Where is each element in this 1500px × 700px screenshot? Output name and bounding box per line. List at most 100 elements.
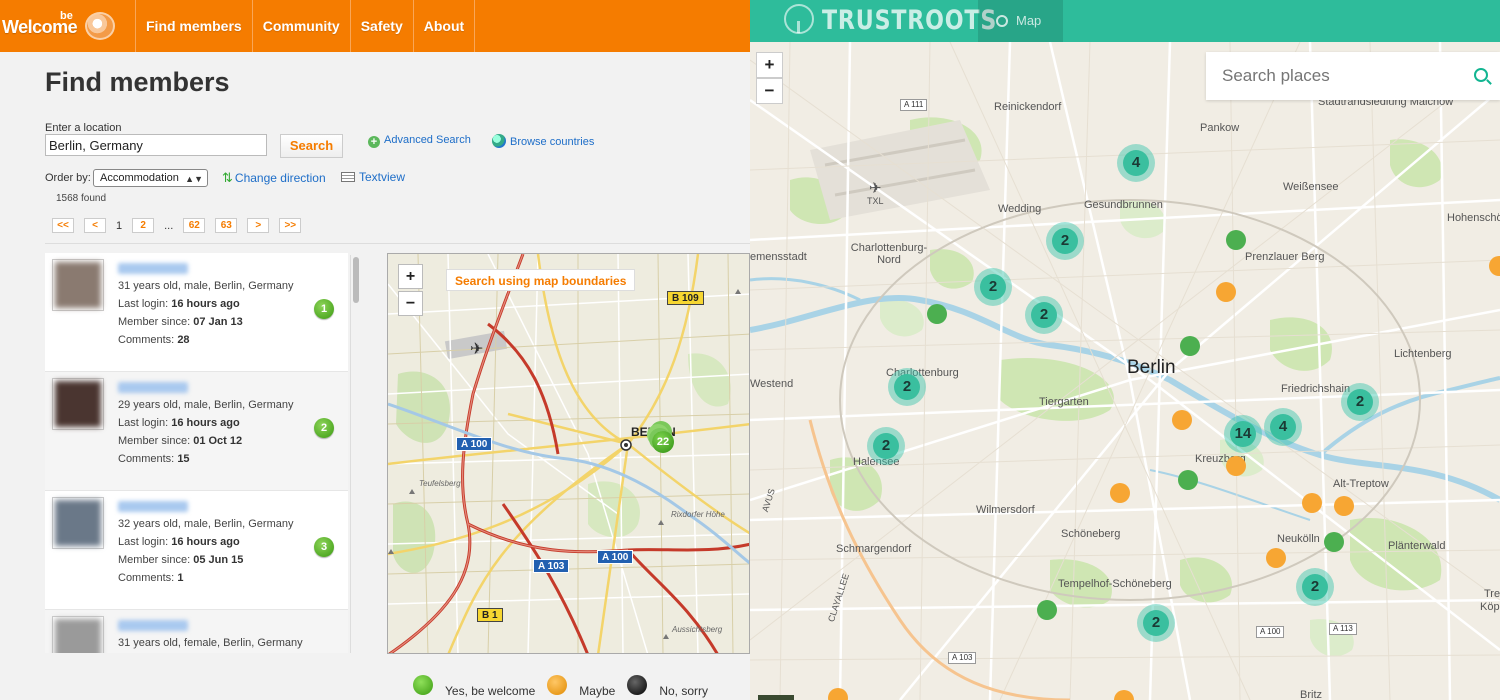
member-photo[interactable] bbox=[52, 378, 104, 430]
results-count: 1568 found bbox=[56, 193, 107, 204]
pager-page-63[interactable]: 63 bbox=[215, 218, 238, 233]
member-comments: Comments: 15 bbox=[118, 453, 190, 465]
zoom-out-button[interactable]: − bbox=[756, 78, 783, 104]
result-item[interactable]: 29 years old, male, Berlin, Germany Last… bbox=[45, 372, 348, 491]
result-item[interactable]: 31 years old, female, Berlin, Germany bbox=[45, 610, 348, 653]
search-map-boundaries-button[interactable]: Search using map boundaries bbox=[446, 269, 636, 291]
textview-label: Textview bbox=[359, 170, 406, 184]
host-marker-maybe[interactable] bbox=[1334, 496, 1354, 516]
trustroots-navbar: TRUSTROOTS Map bbox=[750, 0, 1500, 42]
map-member-cluster[interactable]: 22 bbox=[652, 431, 674, 453]
results-scrollbar[interactable] bbox=[350, 255, 360, 653]
road-shield: A 113 bbox=[1329, 623, 1357, 635]
order-by-select[interactable]: Accommodation ▲▼ bbox=[93, 169, 208, 187]
map-label: Schmargendorf bbox=[836, 543, 912, 555]
nav-community[interactable]: Community bbox=[253, 0, 351, 52]
svg-text:✈: ✈ bbox=[869, 179, 882, 197]
host-marker-maybe[interactable] bbox=[1110, 483, 1130, 503]
host-marker-maybe[interactable] bbox=[1266, 548, 1286, 568]
divider bbox=[45, 243, 750, 244]
road-badge: B 109 bbox=[667, 291, 704, 305]
host-marker-maybe[interactable] bbox=[1302, 493, 1322, 513]
browse-countries-link[interactable]: Browse countries bbox=[492, 134, 594, 148]
host-marker-maybe[interactable] bbox=[1172, 410, 1192, 430]
zoom-out-button[interactable]: − bbox=[398, 291, 423, 316]
pager-next[interactable]: > bbox=[247, 218, 270, 233]
pager-page-62[interactable]: 62 bbox=[183, 218, 206, 233]
zoom-in-button[interactable]: + bbox=[398, 264, 423, 289]
search-icon[interactable] bbox=[1474, 68, 1488, 82]
member-username[interactable] bbox=[118, 620, 188, 631]
trustroots-brand[interactable]: TRUSTROOTS bbox=[822, 5, 997, 36]
text-list-icon bbox=[341, 172, 355, 182]
pager-ellipsis: ... bbox=[164, 219, 174, 232]
map-place-label: Teufelsberg bbox=[419, 479, 461, 488]
legend-no: No, sorry bbox=[659, 684, 708, 698]
zoom-in-button[interactable]: + bbox=[756, 52, 783, 78]
host-cluster[interactable]: 2 bbox=[1341, 383, 1379, 421]
host-marker-yes[interactable] bbox=[927, 304, 947, 324]
map-label: Köpe bbox=[1480, 601, 1500, 613]
host-cluster[interactable]: 2 bbox=[1296, 568, 1334, 606]
road-badge: A 100 bbox=[597, 550, 634, 564]
bewelcome-map[interactable]: ✈ + − Search using map boundaries B 109 … bbox=[387, 253, 750, 654]
host-marker-yes[interactable] bbox=[1226, 230, 1246, 250]
host-cluster[interactable]: 2 bbox=[1046, 222, 1084, 260]
member-since: Member since: 05 Jun 15 bbox=[118, 554, 244, 566]
road-badge: A 100 bbox=[456, 437, 493, 451]
map-label: Lichtenberg bbox=[1394, 348, 1452, 360]
bewelcome-navbar: Welcome be Find members Community Safety… bbox=[0, 0, 750, 52]
map-label: Alt-Treptow bbox=[1333, 478, 1389, 490]
member-photo[interactable] bbox=[52, 259, 104, 311]
pager-page-2[interactable]: 2 bbox=[132, 218, 155, 233]
bewelcome-logo[interactable]: Welcome be bbox=[0, 0, 136, 52]
result-item[interactable]: 32 years old, male, Berlin, Germany Last… bbox=[45, 491, 348, 610]
host-marker-maybe[interactable] bbox=[1226, 456, 1246, 476]
host-marker-maybe[interactable] bbox=[1216, 282, 1236, 302]
scrollbar-thumb[interactable] bbox=[353, 257, 359, 303]
advanced-search-link[interactable]: + Advanced Search bbox=[368, 134, 471, 148]
nav-safety[interactable]: Safety bbox=[351, 0, 414, 52]
road-shield: A 111 bbox=[900, 99, 928, 111]
host-cluster[interactable]: 4 bbox=[1117, 144, 1155, 182]
member-username[interactable] bbox=[118, 501, 188, 512]
host-marker-yes[interactable] bbox=[1324, 532, 1344, 552]
search-button[interactable]: Search bbox=[280, 134, 343, 158]
pager-prev[interactable]: < bbox=[84, 218, 106, 233]
host-cluster[interactable]: 2 bbox=[1025, 296, 1063, 334]
member-details: 31 years old, male, Berlin, Germany bbox=[118, 280, 294, 292]
road-shield: A 100 bbox=[1256, 626, 1285, 638]
host-cluster[interactable]: 4 bbox=[1264, 408, 1302, 446]
map-label: Tempelhof-Schöneberg bbox=[1058, 578, 1172, 590]
map-label: Pankow bbox=[1200, 122, 1240, 134]
nav-about[interactable]: About bbox=[414, 0, 476, 52]
result-item[interactable]: 31 years old, male, Berlin, Germany Last… bbox=[45, 253, 348, 372]
member-username[interactable] bbox=[118, 263, 188, 274]
host-marker-yes[interactable] bbox=[1037, 600, 1057, 620]
member-username[interactable] bbox=[118, 382, 188, 393]
map-label: Schöneberg bbox=[1061, 528, 1121, 540]
change-direction-link[interactable]: ⇅ Change direction bbox=[222, 170, 326, 186]
tree-logo-icon[interactable] bbox=[784, 4, 814, 34]
host-cluster[interactable]: 2 bbox=[974, 268, 1012, 306]
map-label: Trep bbox=[1484, 588, 1500, 600]
search-places-input[interactable] bbox=[1222, 64, 1462, 88]
host-cluster[interactable]: 2 bbox=[867, 427, 905, 465]
location-label: Enter a location bbox=[45, 122, 122, 134]
host-cluster[interactable]: 14 bbox=[1224, 415, 1262, 453]
member-photo[interactable] bbox=[52, 497, 104, 549]
map-label: Wedding bbox=[998, 203, 1042, 215]
road-badge: A 103 bbox=[533, 559, 570, 573]
host-cluster[interactable]: 2 bbox=[888, 368, 926, 406]
pager-last[interactable]: >> bbox=[279, 218, 302, 233]
nav-find-members[interactable]: Find members bbox=[136, 0, 253, 52]
host-cluster[interactable]: 2 bbox=[1137, 604, 1175, 642]
member-photo[interactable] bbox=[52, 616, 104, 653]
pager-first[interactable]: << bbox=[52, 218, 74, 233]
nav-map-tab[interactable]: Map bbox=[978, 0, 1063, 42]
textview-link[interactable]: Textview bbox=[341, 170, 405, 184]
member-last-login: Last login: 16 hours ago bbox=[118, 298, 240, 310]
host-marker-yes[interactable] bbox=[1180, 336, 1200, 356]
location-input[interactable] bbox=[45, 134, 267, 156]
host-marker-yes[interactable] bbox=[1178, 470, 1198, 490]
